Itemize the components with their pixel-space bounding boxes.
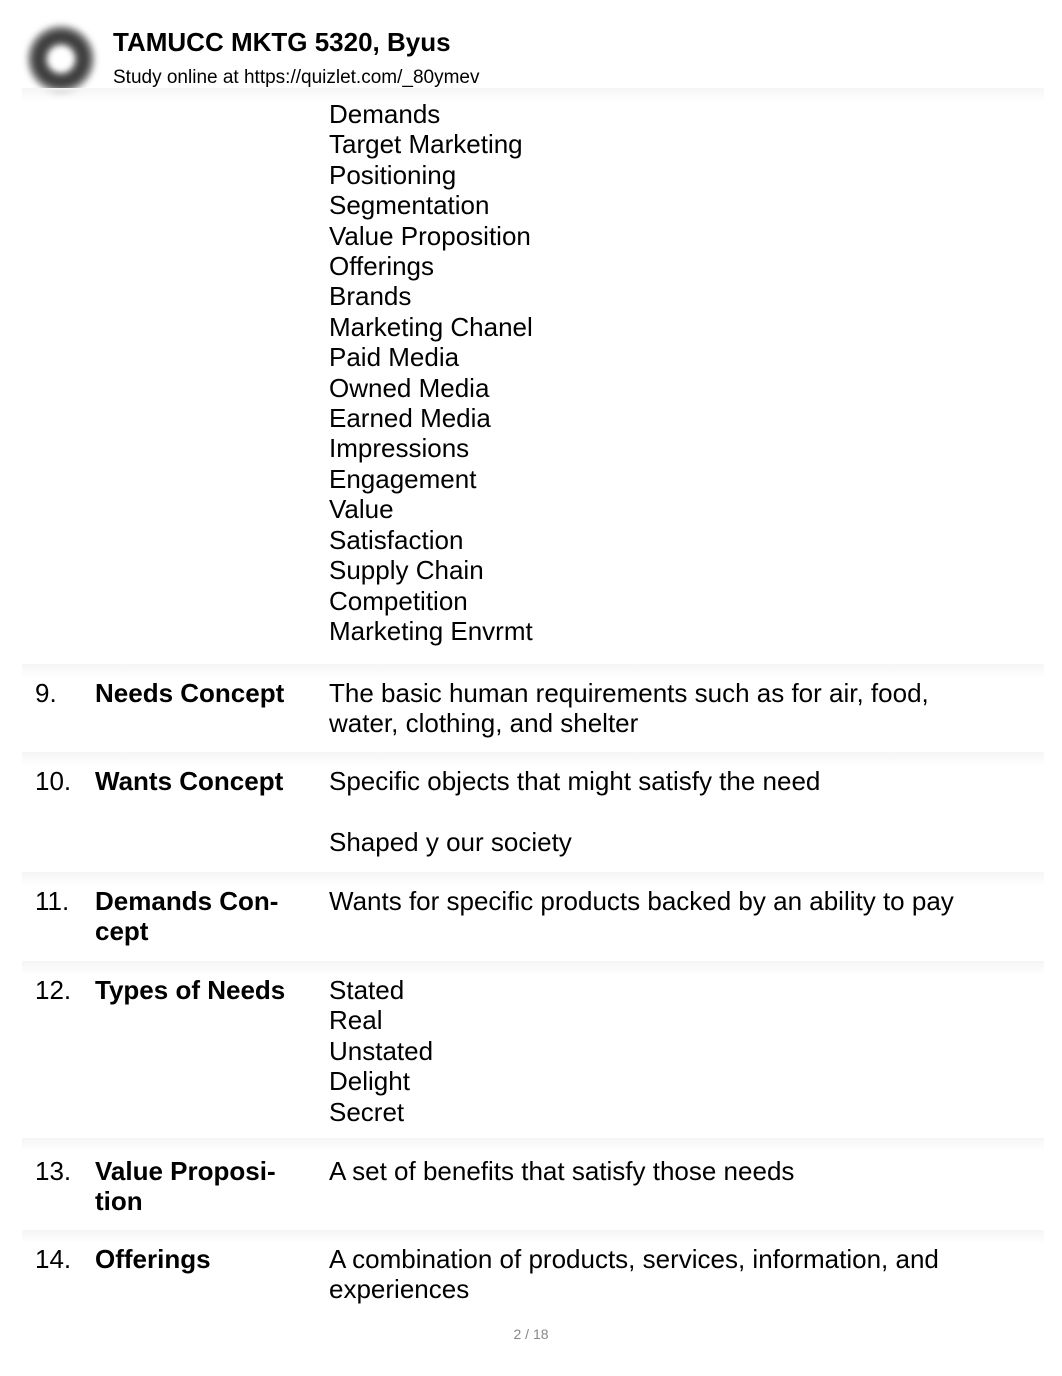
definition-line: Wants for specific products backed by an… bbox=[329, 886, 954, 916]
card-number: 9. bbox=[35, 678, 57, 708]
definition-line: Value bbox=[329, 494, 394, 525]
card-number: 12. bbox=[35, 975, 72, 1005]
page-indicator: 2 / 18 bbox=[513, 1326, 549, 1342]
card-number: 13. bbox=[35, 1156, 72, 1186]
quizlet-logo-icon bbox=[26, 24, 96, 94]
card-term: Types of Needs bbox=[95, 975, 286, 1005]
row-divider bbox=[22, 961, 1044, 975]
row-divider bbox=[22, 1138, 1044, 1152]
definition-line: Unstated bbox=[329, 1035, 434, 1066]
definition-line: Brands bbox=[329, 281, 412, 312]
card-number: 14. bbox=[35, 1244, 72, 1274]
definition-line: Competition bbox=[329, 585, 468, 616]
card-definition: The basic human requirements such as for… bbox=[329, 678, 1019, 739]
definition-line: Shaped y our society bbox=[329, 826, 572, 857]
definition-line: Specific objects that might satisfy the … bbox=[329, 766, 821, 796]
definition-line: Engagement bbox=[329, 463, 477, 494]
card-number: 10. bbox=[35, 766, 72, 796]
definition-line: Earned Media bbox=[329, 403, 491, 434]
definition-line: Marketing Chanel bbox=[329, 311, 533, 342]
card-term: Demands Con-cept bbox=[95, 886, 279, 946]
study-link[interactable]: Study online at https://quizlet.com/_80y… bbox=[113, 67, 479, 89]
definition-line bbox=[329, 796, 1019, 826]
definition-line: The basic human requirements such as for… bbox=[329, 678, 929, 708]
definition-line: Value Proposition bbox=[329, 220, 531, 251]
row-divider bbox=[22, 752, 1044, 766]
card-definition: Wants for specific products backed by an… bbox=[329, 886, 1019, 916]
definition-line: Secret bbox=[329, 1096, 405, 1127]
continued-definition: Demands Target Marketing Positioning Segmen… bbox=[329, 99, 1019, 646]
row-divider bbox=[22, 872, 1044, 886]
card-definition: A set of benefits that satisfy those nee… bbox=[329, 1156, 1019, 1186]
definition-line: Marketing Envrmt bbox=[329, 615, 533, 646]
definition-line: Positioning bbox=[329, 159, 457, 190]
card-term: Offerings bbox=[95, 1244, 211, 1274]
card-definition: A combination of products, services, inf… bbox=[329, 1244, 1019, 1305]
definition-line: water, clothing, and shelter bbox=[329, 708, 639, 739]
card-number: 11. bbox=[35, 886, 70, 916]
definition-line: experiences bbox=[329, 1274, 470, 1305]
definition-line: Real bbox=[329, 1005, 383, 1036]
definition-line: Satisfaction bbox=[329, 524, 464, 555]
row-divider bbox=[22, 664, 1044, 678]
definition-line: Target Marketing bbox=[329, 129, 523, 160]
card-term: Needs Concept bbox=[95, 678, 285, 708]
card-definition: Specific objects that might satisfy the … bbox=[329, 766, 1019, 857]
definition-line: Segmentation bbox=[329, 190, 490, 221]
card-term: Value Proposi-tion bbox=[95, 1156, 276, 1216]
definition-line: Paid Media bbox=[329, 342, 460, 373]
definition-line: Owned Media bbox=[329, 372, 490, 403]
definition-line: Offerings bbox=[329, 251, 435, 282]
definition-line: A set of benefits that satisfy those nee… bbox=[329, 1156, 795, 1186]
card-definition: Stated Real Unstated Delight Secret bbox=[329, 975, 1019, 1127]
definition-line: Demands bbox=[329, 99, 441, 129]
definition-line: Delight bbox=[329, 1066, 410, 1097]
definition-line: Stated bbox=[329, 975, 405, 1005]
row-divider bbox=[22, 1230, 1044, 1244]
definition-line: Impressions bbox=[329, 433, 470, 464]
card-term: Wants Concept bbox=[95, 766, 284, 796]
definition-line: Supply Chain bbox=[329, 555, 484, 586]
definition-line: A combination of products, services, inf… bbox=[329, 1244, 939, 1274]
document-title: TAMUCC MKTG 5320, Byus bbox=[113, 27, 451, 57]
